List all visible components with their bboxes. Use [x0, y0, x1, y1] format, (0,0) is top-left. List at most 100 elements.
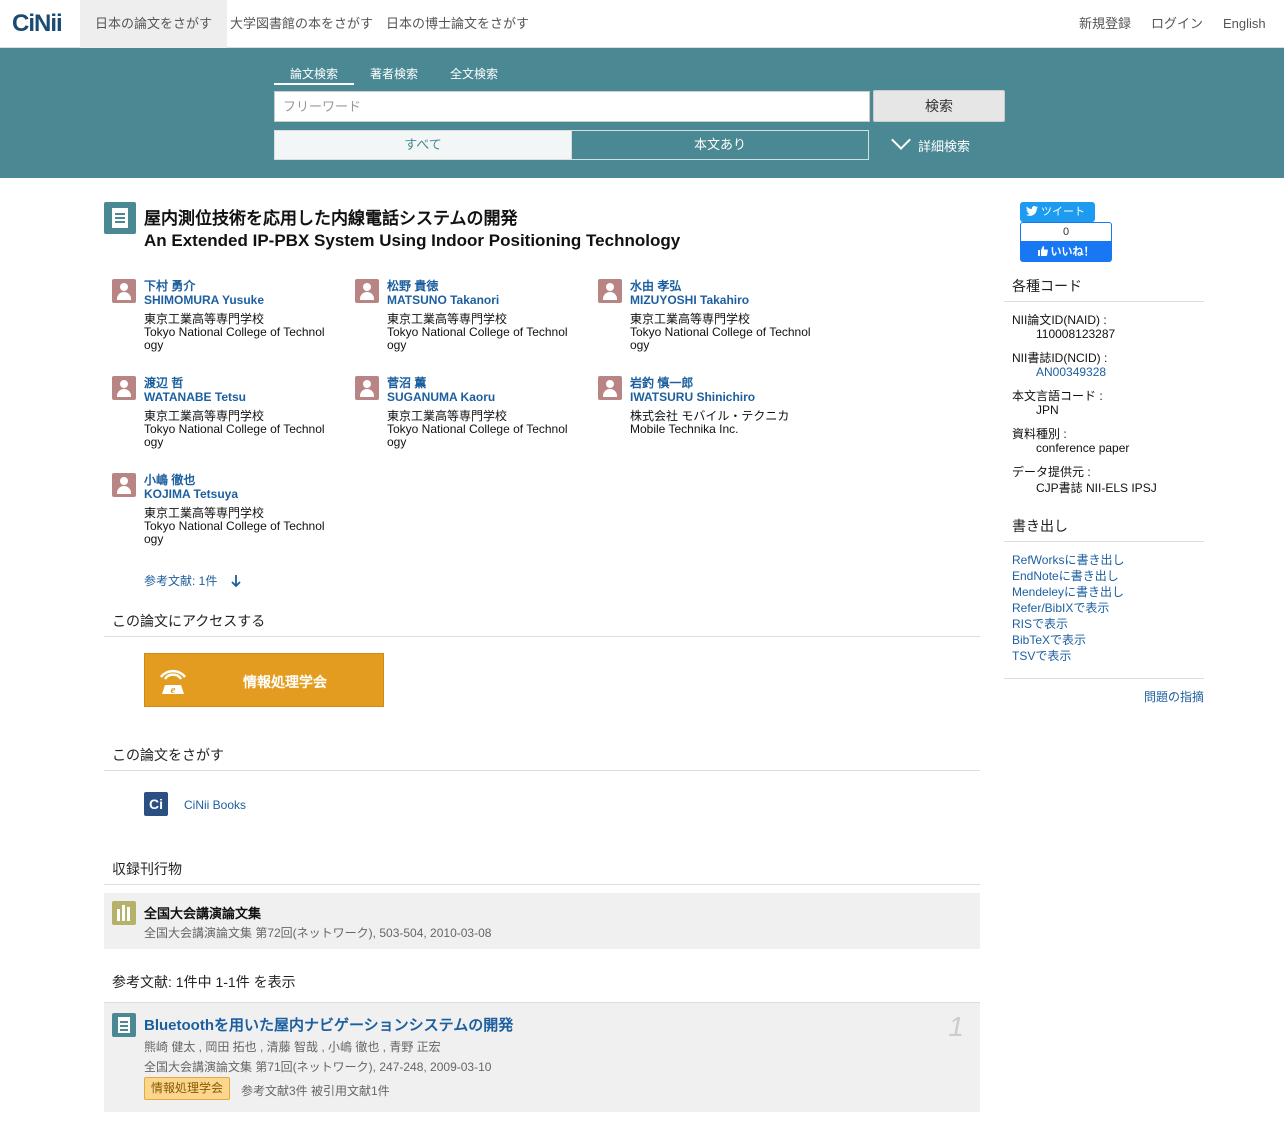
- author-name-ja[interactable]: 下村 勇介: [144, 279, 344, 293]
- login-link[interactable]: ログイン: [1151, 0, 1203, 48]
- article-icon: [112, 1013, 136, 1037]
- search-tab-authors[interactable]: 著者検索: [354, 65, 434, 85]
- divider: [1004, 301, 1204, 302]
- like-widget: 0 いいね！: [1020, 222, 1112, 262]
- author-name-ja[interactable]: 岩釣 慎一郎: [630, 376, 830, 390]
- author-affiliation-en: Mobile Technika Inc.: [630, 422, 739, 436]
- author-affiliation-en: Tokyo National College of Technol: [630, 325, 811, 339]
- naid-value: 110008123287: [1036, 327, 1116, 341]
- references-jump-link[interactable]: 参考文献: 1件: [144, 572, 241, 589]
- reference-authors: 熊崎 健太 , 岡田 拓也 , 清藤 智哉 , 小嶋 徹也 , 青野 正宏: [144, 1040, 441, 1054]
- author-name-ja[interactable]: 菅沼 薫: [387, 376, 587, 390]
- journal-citation: 全国大会講演論文集 第72回(ネットワーク), 503-504, 2010-03…: [144, 926, 492, 940]
- author-name-en[interactable]: MATSUNO Takanori: [387, 293, 587, 307]
- author-affiliation-en: Tokyo National College of Technol: [387, 422, 568, 436]
- avatar-icon: [355, 376, 379, 400]
- reference-title-link[interactable]: Bluetoothを用いた屋内ナビゲーションシステムの開発: [144, 1014, 513, 1035]
- title-en: An Extended IP-PBX System Using Indoor P…: [144, 231, 681, 250]
- export-mendeley-link[interactable]: Mendeleyに書き出し: [1012, 583, 1124, 600]
- top-nav: CiNii 日本の論文をさがす 大学図書館の本をさがす 日本の博士論文をさがす …: [0, 0, 1284, 48]
- cinii-logo[interactable]: CiNii: [12, 10, 63, 38]
- title-ja: 屋内測位技術を応用した内線電話システムの開発: [144, 209, 518, 228]
- search-input[interactable]: [274, 91, 870, 122]
- reference-source-badge[interactable]: 情報処理学会: [144, 1077, 231, 1100]
- journal-title[interactable]: 全国大会講演論文集: [144, 903, 261, 922]
- author-name-en[interactable]: SUGANUMA Kaoru: [387, 390, 587, 404]
- nav-tab-books[interactable]: 大学図書館の本をさがす: [215, 0, 388, 48]
- like-label: いいね！: [1050, 246, 1095, 258]
- tweet-label: ツイート: [1041, 206, 1085, 218]
- data-source-value: CJP書誌 NII-ELS IPSJ: [1036, 481, 1157, 495]
- export-ris-link[interactable]: RISで表示: [1012, 615, 1068, 632]
- author-name-en[interactable]: WATANABE Tetsu: [144, 390, 344, 404]
- language-value: JPN: [1036, 403, 1059, 417]
- article-icon: [104, 202, 136, 234]
- author-name-ja[interactable]: 松野 貴徳: [387, 279, 587, 293]
- divider: [104, 636, 980, 637]
- export-bibtex-link[interactable]: BibTeXで表示: [1012, 631, 1086, 648]
- find-heading: この論文をさがす: [112, 747, 224, 763]
- journal-item: 全国大会講演論文集 全国大会講演論文集 第72回(ネットワーク), 503-50…: [104, 893, 980, 949]
- divider: [1004, 678, 1204, 679]
- export-refworks-link[interactable]: RefWorksに書き出し: [1012, 551, 1124, 568]
- avatar-icon: [112, 473, 136, 497]
- search-tab-articles[interactable]: 論文検索: [274, 65, 354, 85]
- author-affiliation-en-cont: ogy: [144, 338, 164, 352]
- export-tsv-link[interactable]: TSVで表示: [1012, 647, 1071, 664]
- report-problem-link[interactable]: 問題の指摘: [1144, 688, 1204, 705]
- author-name-en[interactable]: SHIMOMURA Yusuke: [144, 293, 344, 307]
- material-type-value: conference paper: [1036, 441, 1130, 455]
- export-refer-link[interactable]: Refer/BibIXで表示: [1012, 599, 1109, 616]
- nav-tab-dissertations[interactable]: 日本の博士論文をさがす: [371, 0, 544, 48]
- ncid-link[interactable]: AN00349328: [1036, 365, 1106, 379]
- ncid-label: NII書誌ID(NCID) :: [1012, 351, 1108, 365]
- divider: [104, 770, 980, 771]
- ipsj-access-button[interactable]: e 情報処理学会: [144, 653, 384, 707]
- author-name-ja[interactable]: 渡辺 哲: [144, 376, 344, 390]
- author-affiliation-en-cont: ogy: [387, 338, 407, 352]
- codes-heading: 各種コード: [1012, 278, 1082, 294]
- avatar-icon: [355, 279, 379, 303]
- references-jump-label: 参考文献: 1件: [144, 574, 218, 588]
- author-name-en[interactable]: KOJIMA Tetsuya: [144, 487, 344, 501]
- cinii-books-link[interactable]: CiNii Books: [184, 798, 246, 812]
- search-button[interactable]: 検索: [873, 90, 1005, 122]
- search-band: 論文検索 著者検索 全文検索 検索 すべて 本文あり 詳細検索: [0, 48, 1284, 178]
- filter-fulltext[interactable]: 本文あり: [571, 130, 869, 160]
- divider: [1004, 541, 1204, 542]
- cinii-books-icon[interactable]: Ci: [144, 792, 168, 816]
- author-name-ja[interactable]: 水由 孝弘: [630, 279, 830, 293]
- nav-tab-articles[interactable]: 日本の論文をさがす: [80, 0, 228, 48]
- journal-heading: 収録刊行物: [112, 861, 182, 877]
- chevron-down-icon: [891, 130, 911, 150]
- data-source-label: データ提供元 :: [1012, 465, 1091, 479]
- export-heading: 書き出し: [1012, 518, 1068, 534]
- filter-all[interactable]: すべて: [274, 130, 572, 160]
- register-link[interactable]: 新規登録: [1079, 0, 1131, 48]
- arrow-down-icon: [231, 575, 241, 587]
- author-name-ja[interactable]: 小嶋 徹也: [144, 473, 344, 487]
- author-name-en[interactable]: MIZUYOSHI Takahiro: [630, 293, 830, 307]
- author-affiliation-en-cont: ogy: [144, 532, 164, 546]
- author-card: 渡辺 哲 WATANABE Tetsu 東京工業高等専門学校 Tokyo Nat…: [112, 376, 344, 449]
- avatar-icon: [598, 376, 622, 400]
- like-button[interactable]: いいね！: [1020, 242, 1112, 262]
- author-card: 下村 勇介 SHIMOMURA Yusuke 東京工業高等専門学校 Tokyo …: [112, 279, 344, 352]
- access-heading: この論文にアクセスする: [112, 613, 266, 629]
- author-affiliation-en: Tokyo National College of Technol: [144, 519, 325, 533]
- author-name-en[interactable]: IWATSURU Shinichiro: [630, 390, 830, 404]
- reference-citation: 全国大会講演論文集 第71回(ネットワーク), 247-248, 2009-03…: [144, 1060, 492, 1074]
- export-endnote-link[interactable]: EndNoteに書き出し: [1012, 567, 1119, 584]
- advanced-search-toggle[interactable]: 詳細検索: [890, 130, 970, 155]
- tweet-button[interactable]: ツイート: [1020, 202, 1095, 222]
- material-type-label: 資料種別 :: [1012, 427, 1067, 441]
- search-tab-fulltext[interactable]: 全文検索: [434, 65, 514, 85]
- author-affiliation-en-cont: ogy: [630, 338, 650, 352]
- language-label: 本文言語コード :: [1012, 389, 1103, 403]
- reference-counts: 参考文献3件 被引用文献1件: [241, 1084, 390, 1098]
- english-link[interactable]: English: [1223, 0, 1266, 48]
- naid-label: NII論文ID(NAID) :: [1012, 313, 1107, 327]
- divider: [104, 884, 980, 885]
- author-affiliation-en: Tokyo National College of Technol: [144, 422, 325, 436]
- ipsj-access-label: 情報処理学会: [243, 674, 327, 690]
